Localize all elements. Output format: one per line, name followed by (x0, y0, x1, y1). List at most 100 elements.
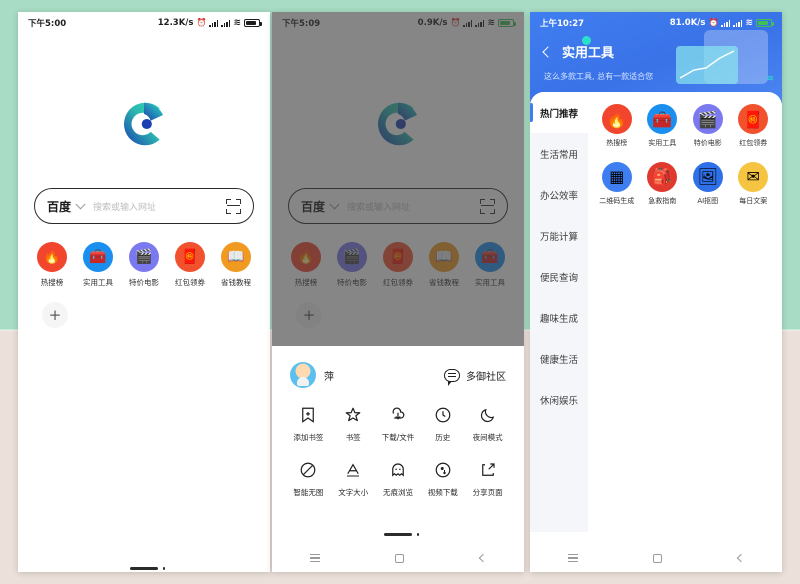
home-square-icon[interactable] (653, 553, 663, 563)
sidebar-item-label: 便民查询 (539, 272, 578, 284)
signal-icon-2 (221, 19, 231, 27)
font-size-icon (344, 459, 362, 481)
menu-item[interactable]: 历史 (420, 404, 465, 443)
menu-item[interactable]: 分享页面 (465, 459, 510, 498)
sheet-header: 萍 多御社区 (284, 360, 512, 388)
tool-icon[interactable]: ✉ (738, 161, 769, 192)
menu-item[interactable]: 智能无图 (286, 459, 331, 498)
back-icon[interactable] (478, 553, 488, 563)
shortcut-label: 省钱教程 (429, 278, 459, 287)
add-shortcut-button[interactable]: + (42, 302, 68, 328)
shortcut-icon[interactable]: 📖 (429, 242, 459, 272)
tool-icon[interactable]: ▦ (601, 161, 632, 192)
shortcut-item[interactable]: 🎬 特价电影 (124, 242, 164, 288)
incognito-icon (389, 459, 407, 481)
menu-item[interactable]: 视频下载 (420, 459, 465, 498)
search-input[interactable]: 搜索或输入网址 (93, 200, 221, 213)
tool-item[interactable]: 🎒 急救指南 (640, 161, 686, 206)
menu-item-label: 视频下载 (427, 488, 458, 497)
tool-item[interactable]: 🎬 特价电影 (685, 104, 731, 148)
back-arrow-icon[interactable] (542, 45, 554, 58)
tools-body: 热门推荐生活常用办公效率 万能计算便民查询趣味生成健康生活 休闲娱乐 🔥 热搜榜 🧰 实用… (530, 92, 782, 532)
menu-item[interactable]: 夜间模式 (465, 404, 510, 443)
shortcut-icon[interactable]: 🔥 (37, 242, 67, 272)
community-label: 多御社区 (466, 371, 506, 383)
sidebar-item-label: 趣味生成 (539, 313, 578, 325)
shortcut-label: 热搜榜 (40, 278, 64, 287)
recents-icon[interactable] (567, 554, 578, 562)
sidebar-item-热门推荐[interactable]: 热门推荐 (530, 92, 588, 133)
menu-item-label: 下载/文件 (381, 433, 415, 442)
tool-icon[interactable]: 🧧 (738, 104, 769, 134)
tool-icon[interactable]: 🧰 (647, 104, 678, 134)
status-time: 下午5:09 (282, 19, 321, 29)
tool-item[interactable]: 🖼 AI抠图 (685, 161, 731, 206)
shortcut-icon[interactable]: 🎬 (337, 242, 367, 272)
shortcut-icon[interactable]: 🧰 (475, 242, 505, 272)
shortcut-label: 红包领券 (383, 278, 413, 287)
menu-item[interactable]: 文字大小 (331, 459, 376, 498)
shortcut-item[interactable]: 🔥 热搜榜 (32, 242, 72, 288)
shortcut-item[interactable]: 📖 省钱教程 (424, 242, 464, 288)
tool-item[interactable]: 🧧 红包领券 (731, 104, 777, 148)
chevron-down-icon[interactable] (329, 199, 340, 210)
add-shortcut-row: + (272, 288, 524, 328)
search-bar-1[interactable]: 百度 搜索或输入网址 (34, 188, 254, 224)
shortcut-item[interactable]: 🧧 红包领券 (170, 242, 210, 288)
sidebar-item-label: 生活常用 (539, 149, 578, 161)
menu-item[interactable]: 添加书签 (286, 404, 331, 443)
user-profile[interactable]: 萍 (290, 362, 334, 388)
menu-item[interactable]: 书签 (331, 404, 376, 443)
shortcut-item[interactable]: 🔥 热搜榜 (286, 242, 326, 288)
sidebar-item-办公效率[interactable]: 办公效率 (530, 174, 588, 215)
scan-code-icon[interactable] (480, 198, 495, 214)
shortcut-item[interactable]: 🧧 红包领券 (378, 242, 418, 288)
sidebar-item-万能计算[interactable]: 万能计算 (530, 215, 588, 256)
sidebar-item-生活常用[interactable]: 生活常用 (530, 133, 588, 174)
sidebar-item-便民查询[interactable]: 便民查询 (530, 256, 588, 297)
search-input[interactable]: 搜索或输入网址 (347, 200, 475, 213)
tool-item[interactable]: 🔥 热搜榜 (594, 104, 640, 148)
battery-icon (498, 19, 516, 27)
shortcut-item[interactable]: 📖 省钱教程 (216, 242, 256, 288)
shortcut-icon[interactable]: 🧧 (383, 242, 413, 272)
shortcut-icon[interactable]: 🎬 (129, 242, 159, 272)
sidebar-item-健康生活[interactable]: 健康生活 (530, 338, 588, 379)
sidebar-item-趣味生成[interactable]: 趣味生成 (530, 297, 588, 338)
scan-code-icon[interactable] (226, 198, 241, 214)
menu-item[interactable]: 无痕浏览 (376, 459, 421, 498)
search-bar-2[interactable]: 百度 搜索或输入网址 (288, 188, 508, 224)
phone-screen-2: 下午5:09 0.9K/s ⏰ ≋ 百度 搜索或输入网址 🔥 热搜榜 🎬 特价电影 🧧 红… (272, 12, 524, 572)
tool-icon[interactable]: 🎬 (692, 104, 723, 134)
back-icon[interactable] (736, 553, 746, 563)
download-icon (389, 404, 407, 426)
shortcut-icon[interactable]: 🧰 (83, 242, 113, 272)
tool-icon[interactable]: 🔥 (601, 104, 632, 134)
battery-icon (244, 19, 262, 27)
shortcut-item[interactable]: 🎬 特价电影 (332, 242, 372, 288)
search-engine-label[interactable]: 百度 (301, 198, 325, 215)
shortcut-item[interactable]: 🧰 实用工具 (78, 242, 118, 288)
community-link[interactable]: 多御社区 (444, 368, 506, 386)
home-square-icon[interactable] (395, 553, 405, 563)
status-time: 下午5:00 (28, 19, 67, 29)
drag-handle-1[interactable] (130, 566, 165, 570)
sidebar-item-休闲娱乐[interactable]: 休闲娱乐 (530, 379, 588, 420)
drag-handle-2[interactable] (384, 532, 419, 536)
shortcut-item[interactable]: 🧰 实用工具 (470, 242, 510, 288)
menu-item[interactable]: 下载/文件 (376, 404, 421, 443)
search-engine-label[interactable]: 百度 (47, 198, 71, 215)
avatar[interactable] (290, 362, 316, 388)
tool-icon[interactable]: 🖼 (692, 161, 723, 192)
shortcut-icon[interactable]: 🧧 (175, 242, 205, 272)
tool-item[interactable]: 🧰 实用工具 (640, 104, 686, 148)
chevron-down-icon[interactable] (75, 199, 86, 210)
add-shortcut-button[interactable]: + (296, 302, 322, 328)
shortcut-icon[interactable]: 🔥 (291, 242, 321, 272)
tool-item[interactable]: ✉ 每日文案 (731, 161, 777, 206)
tool-icon[interactable]: 🎒 (647, 161, 678, 192)
shortcut-icon[interactable]: 📖 (221, 242, 251, 272)
recents-icon[interactable] (309, 554, 320, 562)
tool-item[interactable]: ▦ 二维码生成 (594, 161, 640, 206)
status-bar-2: 下午5:09 0.9K/s ⏰ ≋ (272, 12, 524, 34)
